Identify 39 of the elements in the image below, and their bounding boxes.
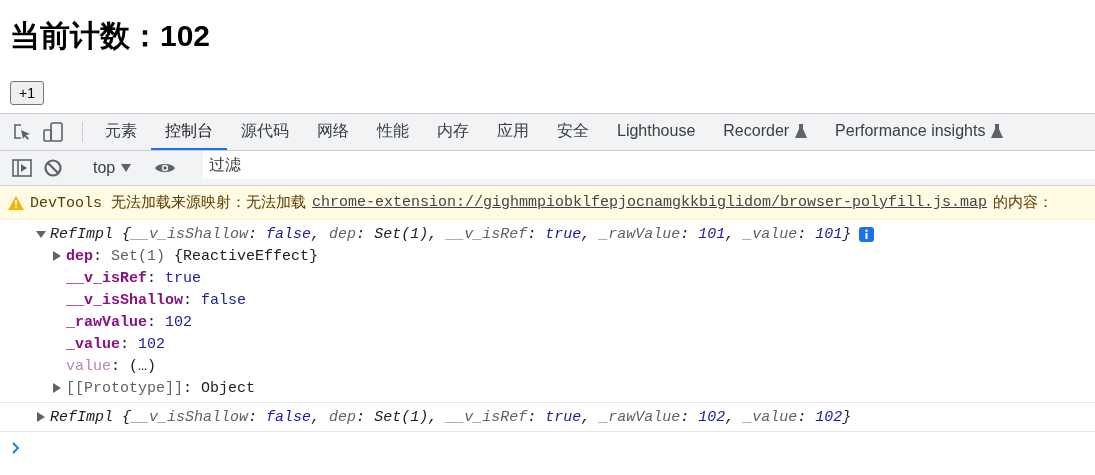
warning-icon (8, 195, 24, 210)
property-row: __v_isShallow: false (66, 291, 247, 309)
inspect-icon[interactable] (12, 122, 32, 142)
warning-message-suffix: 的内容： (993, 193, 1054, 212)
source-map-link[interactable]: chrome-extension://gighmmpiobklfepjocnamgkkbiglidom/browser-polyfill.js.map (312, 194, 988, 211)
counter-heading: 当前计数：102 (10, 18, 212, 54)
object-preview[interactable]: RefImpl {__v_isShallow: false, dep: Set(1), __v_isRef: true, _rawValue: 102, _value: 102} (50, 408, 852, 426)
device-icon[interactable] (42, 121, 64, 143)
filter-field[interactable]: 过滤 (203, 151, 1095, 179)
devtools-tab[interactable]: Performance insights (821, 114, 1018, 150)
prompt-chevron-icon (12, 442, 20, 454)
devtools-tab[interactable]: Recorder (709, 114, 822, 150)
devtools-tab[interactable]: 安全 (543, 114, 603, 150)
property-row: _value: 102 (66, 335, 166, 353)
warning-message: DevTools 无法加载来源映射：无法加载 (30, 193, 306, 212)
property-row: dep: Set(1) {ReactiveEffect} (66, 247, 319, 265)
caret-icon (121, 164, 132, 172)
devtools-tab[interactable]: 元素 (91, 114, 151, 150)
eye-icon[interactable] (154, 161, 177, 175)
devtools-tab[interactable]: 网络 (303, 114, 363, 150)
property-row: _rawValue: 102 (66, 313, 193, 331)
property-row: value: (…) (66, 357, 157, 375)
devtools-tab[interactable]: Lighthouse (603, 114, 710, 150)
clear-console-icon[interactable] (44, 159, 62, 177)
devtools-tab[interactable]: 性能 (363, 114, 423, 150)
devtools-tab[interactable]: 源代码 (227, 114, 303, 150)
property-row: [[Prototype]]: Object (66, 379, 256, 397)
collapsed-triangle-icon[interactable] (36, 412, 46, 422)
collapsed-triangle-icon[interactable] (52, 251, 62, 261)
sidebar-toggle-icon[interactable] (12, 159, 32, 177)
increment-button[interactable]: +1 (10, 81, 44, 105)
property-row: __v_isRef: true (66, 269, 202, 287)
object-preview[interactable]: RefImpl {__v_isShallow: false, dep: Set(1), __v_isRef: true, _rawValue: 101, _value: 101} (50, 225, 852, 243)
devtools-tab[interactable]: 应用 (483, 114, 543, 150)
expanded-triangle-icon[interactable] (36, 229, 46, 239)
context-selector[interactable]: top (89, 159, 136, 177)
info-icon[interactable] (859, 226, 875, 242)
collapsed-triangle-icon[interactable] (52, 383, 62, 393)
devtools-tab[interactable]: 内存 (423, 114, 483, 150)
